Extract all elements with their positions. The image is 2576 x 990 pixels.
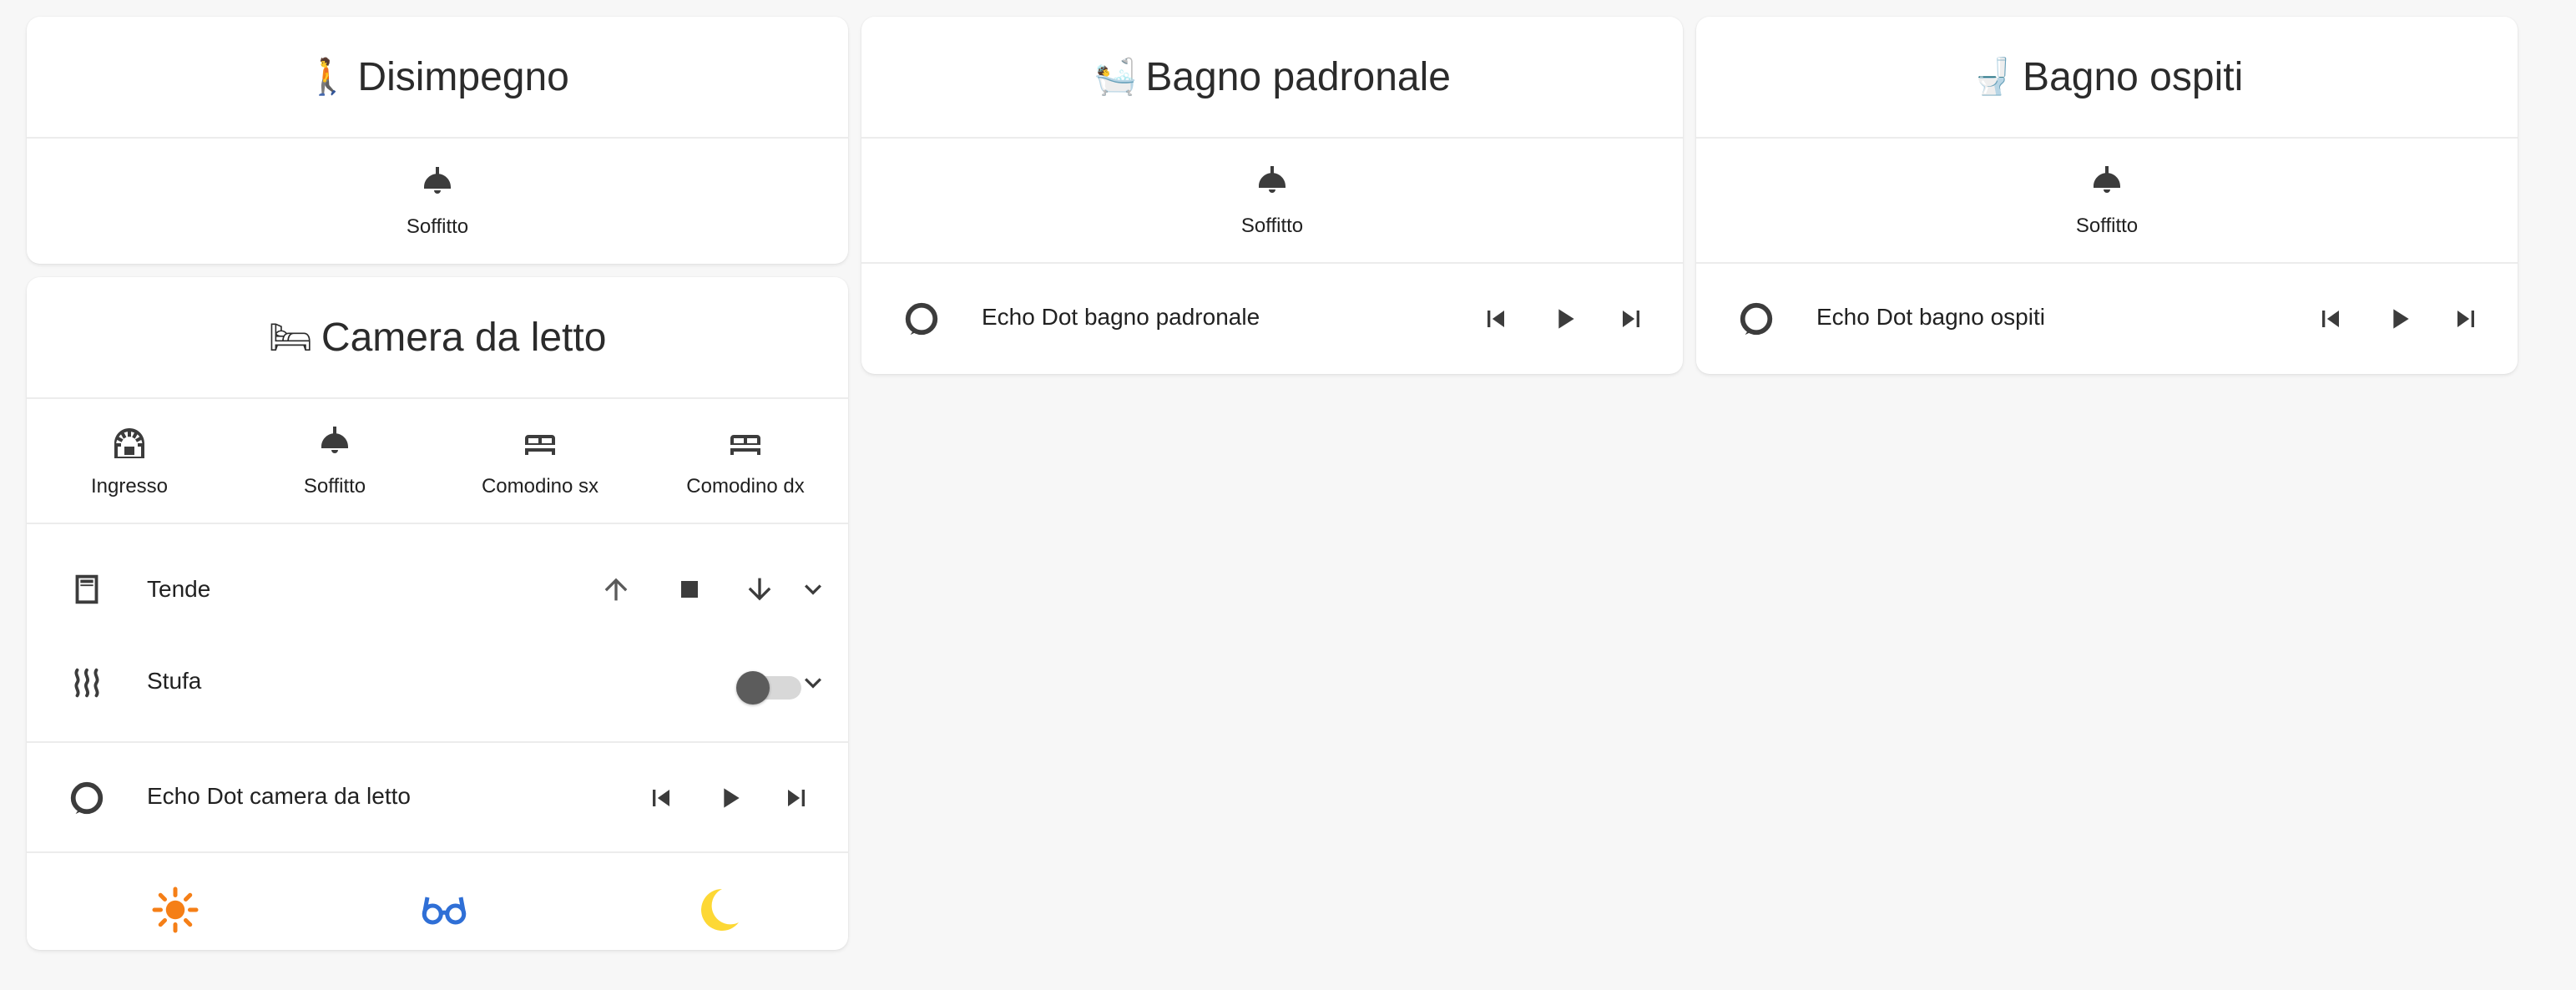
skip-next-icon [1623,311,1639,327]
curtains-icon [67,569,107,609]
amazon-alexa-icon [902,299,942,339]
previous-track-button[interactable] [1476,299,1516,339]
card-title-text: Disimpegno [357,54,569,99]
ceiling-light-icon [424,167,451,194]
card-camera-da-letto: 🛏 Camera da letto Ingresso Soffitto Como… [27,277,848,950]
amazon-alexa-icon [67,778,107,818]
cover-stop-button[interactable] [669,569,710,609]
card-title: 🛏 Camera da letto [27,277,848,399]
glance-label: Comodino sx [481,475,599,498]
toggle-knob [736,671,770,705]
card-bagno-padronale: 🛀 Bagno padronale Soffitto Echo Dot bagn… [861,17,1683,374]
heater-name: Stufa [147,668,202,694]
previous-track-button[interactable] [2311,299,2351,339]
next-track-button[interactable] [776,778,816,818]
bed-icon [525,435,555,455]
glance-label: Soffitto [406,215,469,238]
cover-open-button[interactable] [596,569,636,609]
glance-item-soffitto[interactable]: Soffitto [2004,163,2210,238]
card-title: 🚽 Bagno ospiti [1696,17,2518,139]
stop-icon [681,581,698,598]
ceiling-light-icon [321,427,348,453]
ceiling-light-icon [2094,166,2120,193]
skip-next-icon [788,790,805,806]
glance-item-comodino-dx[interactable]: Comodino dx [643,423,848,498]
toilet-icon: 🚽 [1970,56,2015,97]
glance-item-ingresso[interactable]: Ingresso [27,423,232,498]
media-player-name: Echo Dot camera da letto [147,783,411,809]
play-button[interactable] [1544,299,1584,339]
media-player-row[interactable]: Echo Dot bagno padronale [861,264,1683,374]
radiator-icon [67,663,107,703]
skip-previous-icon [653,790,669,806]
play-button[interactable] [2379,299,2419,339]
card-bagno-ospiti: 🚽 Bagno ospiti Soffitto Echo Dot bagno o… [1696,17,2518,374]
sun-icon [152,886,199,933]
card-title-text: Camera da letto [321,315,607,360]
card-title: 🛀 Bagno padronale [861,17,1683,139]
card-title: 🚶 Disimpegno [27,17,848,139]
card-disimpegno: 🚶 Disimpegno Soffitto [27,17,848,264]
glasses-icon [422,897,467,925]
glance-label: Soffitto [2075,215,2139,237]
skip-next-icon [2457,311,2474,327]
media-player-row[interactable]: Echo Dot bagno ospiti [1696,264,2518,374]
bed-icon [730,435,760,455]
media-player-name: Echo Dot bagno padronale [982,304,1260,330]
arch-light-icon [114,428,144,458]
moon-icon [701,889,739,931]
amazon-alexa-icon [1736,299,1776,339]
previous-track-button[interactable] [641,778,681,818]
bathtub-icon: 🛀 [1094,56,1138,97]
ceiling-light-icon [1259,166,1285,193]
glance-row: Soffitto [27,139,848,264]
divider [27,851,848,853]
glance-label: Comodino dx [686,475,805,498]
glance-item-soffitto[interactable]: Soffitto [232,423,437,498]
media-player-row[interactable]: Echo Dot camera da letto [27,743,848,851]
skip-previous-icon [2322,311,2339,327]
card-title-text: Bagno ospiti [2023,54,2244,99]
scene-reading-button[interactable] [412,878,476,942]
glance-item-comodino-sx[interactable]: Comodino sx [437,423,643,498]
glance-item-soffitto[interactable]: Soffitto [1169,163,1375,238]
play-icon [1558,309,1574,329]
glance-label: Soffitto [1240,215,1304,237]
play-icon [724,788,740,808]
arrow-down-icon [748,578,771,601]
glance-row: Soffitto [1696,139,2518,264]
play-icon [2393,309,2409,329]
glance-item-soffitto[interactable]: Soffitto [335,164,540,239]
glance-label: Soffitto [303,475,366,498]
heater-row[interactable]: Stufa [27,633,848,720]
cover-row[interactable]: Tende [27,546,848,633]
scene-day-button[interactable] [144,878,207,942]
bed-emoji-icon: 🛏 [268,316,313,357]
glance-label: Ingresso [90,475,169,498]
arrow-up-icon [604,578,628,601]
skip-previous-icon [1488,311,1504,327]
cover-expand-button[interactable] [793,569,833,609]
cover-close-button[interactable] [740,569,780,609]
next-track-button[interactable] [2446,299,2486,339]
glance-row: Soffitto [861,139,1683,264]
chevron-down-icon [805,678,821,689]
heater-expand-button[interactable] [793,663,833,703]
play-button[interactable] [710,778,750,818]
media-player-name: Echo Dot bagno ospiti [1816,304,2045,330]
cover-name: Tende [147,576,211,602]
chevron-down-icon [805,584,821,595]
scene-night-button[interactable] [686,878,750,942]
walking-person-icon: 🚶 [306,56,350,97]
next-track-button[interactable] [1611,299,1651,339]
glance-row: Ingresso Soffitto Comodino sx Comodino d… [27,399,848,524]
card-title-text: Bagno padronale [1145,54,1451,99]
